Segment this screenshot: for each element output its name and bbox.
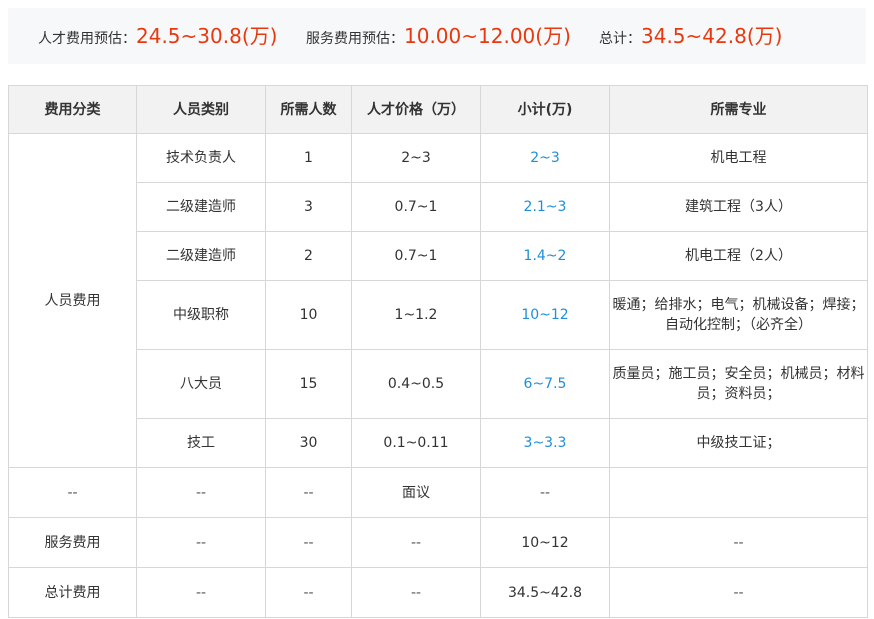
major-cell: 建筑工程（3人） <box>609 182 868 232</box>
subtotal-cell: 3~3.3 <box>480 418 610 468</box>
major-cell <box>609 467 868 518</box>
major-cell: -- <box>609 517 868 568</box>
header-staff-type: 人员类别 <box>136 85 266 134</box>
subtotal-cell: 2.1~3 <box>480 182 610 232</box>
price-cell: 0.4~0.5 <box>351 349 481 419</box>
subtotal-cell: -- <box>480 467 610 518</box>
total-fee-label: 总计： <box>599 31 641 47</box>
header-headcount: 所需人数 <box>265 85 352 134</box>
talent-fee-label: 人才费用预估： <box>38 31 136 47</box>
headcount-cell: 2 <box>265 231 352 281</box>
staff-type-cell: 技术负责人 <box>136 133 266 183</box>
negotiable-row: -- -- -- 面议 -- <box>8 467 868 518</box>
major-cell: 机电工程 <box>609 133 868 183</box>
headcount-cell: -- <box>265 467 352 518</box>
major-cell: 机电工程（2人） <box>609 231 868 281</box>
service-fee-label: 服务费用预估： <box>306 31 404 47</box>
table-row: 人员费用 技术负责人 1 2~3 2~3 机电工程 <box>8 133 868 468</box>
subtotal-cell: 34.5~42.8 <box>480 567 610 618</box>
fee-estimate-summary: 人才费用预估：24.5~30.8(万) 服务费用预估：10.00~12.00(万… <box>8 8 866 64</box>
price-cell: -- <box>351 567 481 618</box>
category-cell: -- <box>8 467 137 518</box>
price-cell: 1~1.2 <box>351 280 481 350</box>
table-row: 八大员 15 0.4~0.5 6~7.5 质量员；施工员；安全员；机械员；材料员… <box>9 349 868 419</box>
category-cell-total: 总计费用 <box>8 567 137 618</box>
staff-type-cell: 技工 <box>136 418 266 468</box>
staff-type-cell: 八大员 <box>136 349 266 419</box>
price-cell: 2~3 <box>351 133 481 183</box>
total-fee-value: 34.5~42.8(万) <box>641 24 783 48</box>
fee-breakdown-table: 费用分类 人员类别 所需人数 人才价格（万） 小计(万) 所需专业 人员费用 技… <box>8 85 868 618</box>
staff-type-cell: -- <box>136 517 266 568</box>
price-cell: 0.7~1 <box>351 231 481 281</box>
headcount-cell: 1 <box>265 133 352 183</box>
service-fee-row: 服务费用 -- -- -- 10~12 -- <box>8 517 868 568</box>
staff-type-cell: -- <box>136 467 266 518</box>
table-row: 二级建造师 2 0.7~1 1.4~2 机电工程（2人） <box>9 231 868 281</box>
category-cell-service: 服务费用 <box>8 517 137 568</box>
talent-fee-value: 24.5~30.8(万) <box>136 24 278 48</box>
subtotal-cell: 10~12 <box>480 517 610 568</box>
headcount-cell: 30 <box>265 418 352 468</box>
price-cell: 0.1~0.11 <box>351 418 481 468</box>
headcount-cell: -- <box>265 567 352 618</box>
staff-type-cell: 二级建造师 <box>136 231 266 281</box>
price-cell: 0.7~1 <box>351 182 481 232</box>
total-fee-row: 总计费用 -- -- -- 34.5~42.8 -- <box>8 567 868 618</box>
table-row: 中级职称 10 1~1.2 10~12 暖通；给排水；电气；机械设备；焊接；自动… <box>9 280 868 350</box>
header-fee-category: 费用分类 <box>8 85 137 134</box>
price-cell: -- <box>351 517 481 568</box>
headcount-cell: 10 <box>265 280 352 350</box>
major-cell: 中级技工证； <box>609 418 868 468</box>
major-cell: -- <box>609 567 868 618</box>
total-fee-estimate: 总计：34.5~42.8(万) <box>599 8 782 64</box>
headcount-cell: 15 <box>265 349 352 419</box>
category-cell-personnel: 人员费用 <box>8 133 137 468</box>
staff-type-cell: -- <box>136 567 266 618</box>
service-fee-value: 10.00~12.00(万) <box>404 24 571 48</box>
table-row: 技工 30 0.1~0.11 3~3.3 中级技工证； <box>9 418 868 468</box>
staff-type-cell: 二级建造师 <box>136 182 266 232</box>
header-talent-price: 人才价格（万） <box>351 85 481 134</box>
subtotal-cell: 10~12 <box>480 280 610 350</box>
talent-fee-estimate: 人才费用预估：24.5~30.8(万) <box>38 8 277 64</box>
table-header-row: 费用分类 人员类别 所需人数 人才价格（万） 小计(万) 所需专业 <box>8 85 868 134</box>
subtotal-cell: 6~7.5 <box>480 349 610 419</box>
price-cell: 面议 <box>351 467 481 518</box>
staff-type-cell: 中级职称 <box>136 280 266 350</box>
major-cell: 质量员；施工员；安全员；机械员；材料员；资料员； <box>609 349 868 419</box>
subtotal-cell: 1.4~2 <box>480 231 610 281</box>
headcount-cell: -- <box>265 517 352 568</box>
table-row: 二级建造师 3 0.7~1 2.1~3 建筑工程（3人） <box>9 182 868 232</box>
major-cell: 暖通；给排水；电气；机械设备；焊接；自动化控制；（必齐全） <box>609 280 868 350</box>
headcount-cell: 3 <box>265 182 352 232</box>
header-subtotal: 小计(万) <box>480 85 610 134</box>
subtotal-cell: 2~3 <box>480 133 610 183</box>
header-required-major: 所需专业 <box>609 85 868 134</box>
service-fee-estimate: 服务费用预估：10.00~12.00(万) <box>306 8 571 64</box>
